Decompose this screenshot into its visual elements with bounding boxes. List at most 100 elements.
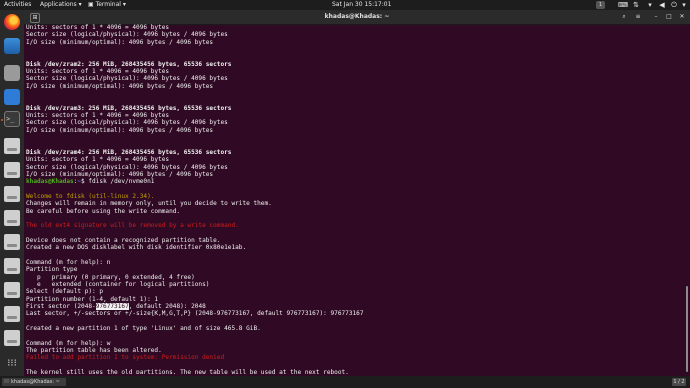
terminal-line: Failed to add partition 1 to system: Per… [26, 354, 676, 361]
thunderbird-icon[interactable] [4, 38, 20, 54]
line-text: Units: sectors of 1 * 4096 = 4096 bytes [26, 112, 170, 120]
window-title: khadas@Khadas: ~ [324, 13, 390, 20]
chevron-down-icon[interactable]: ▾ [680, 1, 688, 9]
line-text: I/O size (minimum/optimal): 4096 bytes /… [26, 38, 214, 46]
workspace-indicator[interactable]: 1 [596, 1, 605, 9]
line-text: Disk /dev/zram3: 256 MiB, 268435456 byte… [26, 104, 232, 112]
command-text: fdisk /dev/nvme0n1 [88, 178, 155, 186]
terminal-line: Units: sectors of 1 * 4096 = 4096 bytes [26, 156, 676, 163]
terminal-line: Changes will remain in memory only, unti… [26, 200, 676, 207]
drive-icon[interactable] [4, 234, 20, 250]
line-text: Units: sectors of 1 * 4096 = 4096 bytes [26, 68, 170, 76]
clock[interactable]: Sat Jan 30 15:17:01 [332, 0, 391, 10]
line-text: The partition table has been altered. [26, 347, 162, 355]
network-icon[interactable]: ⇅ [632, 1, 640, 9]
hamburger-menu-icon[interactable]: ≡ [634, 13, 642, 21]
terminal-line: Units: sectors of 1 * 4096 = 4096 bytes [26, 24, 676, 31]
line-text: Changes will remain in memory only, unti… [26, 200, 272, 208]
terminal-line: e extended (container for logical partit… [26, 281, 676, 288]
terminal-line: Partition number (1-4, default 1): 1 [26, 296, 676, 303]
line-text: Created a new partition 1 of type 'Linux… [26, 325, 261, 333]
terminal-line: Created a new partition 1 of type 'Linux… [26, 325, 676, 332]
line-text: Sector size (logical/physical): 4096 byt… [26, 31, 228, 39]
chevron-down-icon: ▾ [78, 1, 82, 8]
line-text: Last sector, +/-sectors or +/-size{K,M,G… [26, 310, 364, 318]
chevron-down-icon[interactable]: ▾ [646, 1, 654, 9]
line-text: I/O size (minimum/optimal): 4096 bytes /… [26, 126, 214, 134]
terminal-line: Command (m for help): n [26, 259, 676, 266]
files-icon[interactable] [4, 65, 20, 81]
show-applications-icon[interactable]: ⁝⁝⁝ [4, 356, 20, 372]
dock: >_ ⁝⁝⁝ [0, 10, 24, 376]
terminal-line: I/O size (minimum/optimal): 4096 bytes /… [26, 127, 676, 134]
terminal-line: Device does not contain a recognized par… [26, 237, 676, 244]
line-text: Select (default p): p [26, 288, 104, 296]
terminal-line: Sector size (logical/physical): 4096 byt… [26, 119, 676, 126]
terminal-window: ⊞ khadas@Khadas: ~ ⌕ ≡ – □ ✕ Units: sect… [24, 10, 690, 376]
line-text: I/O size (minimum/optimal): 4096 bytes /… [26, 170, 214, 178]
top-bar: Activities Applications ▾ ▣ Terminal ▾ S… [0, 0, 690, 10]
terminal-line: First sector (2048-976773167, default 20… [26, 303, 676, 311]
maximize-icon[interactable]: □ [665, 13, 673, 21]
terminal-line: The partition table has been altered. [26, 347, 676, 354]
terminal-line: Command (m for help): w [26, 340, 676, 347]
terminal-line: The kernel still uses the old partitions… [26, 369, 676, 374]
firefox-icon[interactable] [4, 14, 20, 30]
line-text: Units: sectors of 1 * 4096 = 4096 bytes [26, 24, 170, 31]
minimize-icon[interactable]: – [652, 13, 660, 21]
line-text: Created a new DOS disklabel with disk id… [26, 244, 247, 252]
line-text: Be careful before using the write comman… [26, 207, 181, 215]
keyboard-icon[interactable]: ⌨ [618, 1, 628, 9]
volume-icon[interactable]: ◀ [658, 1, 666, 9]
search-icon[interactable]: ⌕ [620, 13, 628, 21]
drive-icon[interactable] [4, 258, 20, 274]
chevron-down-icon: ▾ [122, 1, 126, 8]
drive-icon[interactable] [4, 210, 20, 226]
terminal-line: Created a new DOS disklabel with disk id… [26, 244, 676, 251]
line-text: I/O size (minimum/optimal): 4096 bytes /… [26, 82, 214, 90]
power-icon[interactable]: ⏻ [670, 1, 678, 9]
line-text: The old ext4 signature will be removed b… [26, 222, 239, 230]
terminal-line: I/O size (minimum/optimal): 4096 bytes /… [26, 83, 676, 90]
drive-icon[interactable] [4, 306, 20, 322]
terminal-line: Sector size (logical/physical): 4096 byt… [26, 75, 676, 82]
taskbar: khadas@Khadas: ~ 1 / 2 [0, 376, 690, 388]
activities-button[interactable]: Activities [4, 0, 31, 10]
line-text: Units: sectors of 1 * 4096 = 4096 bytes [26, 156, 170, 164]
applications-menu[interactable]: Applications ▾ [40, 0, 82, 10]
terminal-small-icon [4, 379, 9, 383]
drive-icon[interactable] [4, 186, 20, 202]
line-text: Partition number (1-4, default 1): 1 [26, 295, 159, 303]
drive-icon[interactable] [4, 282, 20, 298]
active-indicator [1, 119, 3, 121]
taskbar-terminal-item[interactable]: khadas@Khadas: ~ [2, 378, 66, 386]
line-text: The kernel still uses the old partitions… [26, 369, 349, 374]
drive-icon[interactable] [4, 162, 20, 178]
terminal-line: I/O size (minimum/optimal): 4096 bytes /… [26, 171, 676, 178]
line-text: Sector size (logical/physical): 4096 byt… [26, 75, 228, 83]
close-icon[interactable]: ✕ [678, 13, 686, 21]
writer-icon[interactable] [4, 89, 20, 105]
terminal-output[interactable]: Units: sectors of 1 * 4096 = 4096 bytes S… [26, 24, 676, 374]
scrollbar[interactable] [686, 286, 688, 372]
drive-icon[interactable] [4, 138, 20, 154]
terminal-line: Disk /dev/zram3: 256 MiB, 268435456 byte… [26, 105, 676, 112]
drive-icon[interactable] [4, 330, 20, 346]
terminal-line: I/O size (minimum/optimal): 4096 bytes /… [26, 39, 676, 46]
line-text: e extended (container for logical partit… [26, 281, 210, 289]
title-bar[interactable]: ⊞ khadas@Khadas: ~ ⌕ ≡ – □ ✕ [24, 10, 690, 25]
terminal-icon[interactable]: >_ [4, 111, 20, 127]
line-text: Command (m for help): w [26, 339, 111, 347]
line-text: Sector size (logical/physical): 4096 byt… [26, 163, 228, 171]
terminal-line: Disk /dev/zram2: 256 MiB, 268435456 byte… [26, 61, 676, 68]
terminal-app-menu[interactable]: ▣ Terminal ▾ [88, 0, 126, 10]
terminal-line: Units: sectors of 1 * 4096 = 4096 bytes [26, 112, 676, 119]
workspace-pager[interactable]: 1 / 2 [672, 378, 686, 386]
